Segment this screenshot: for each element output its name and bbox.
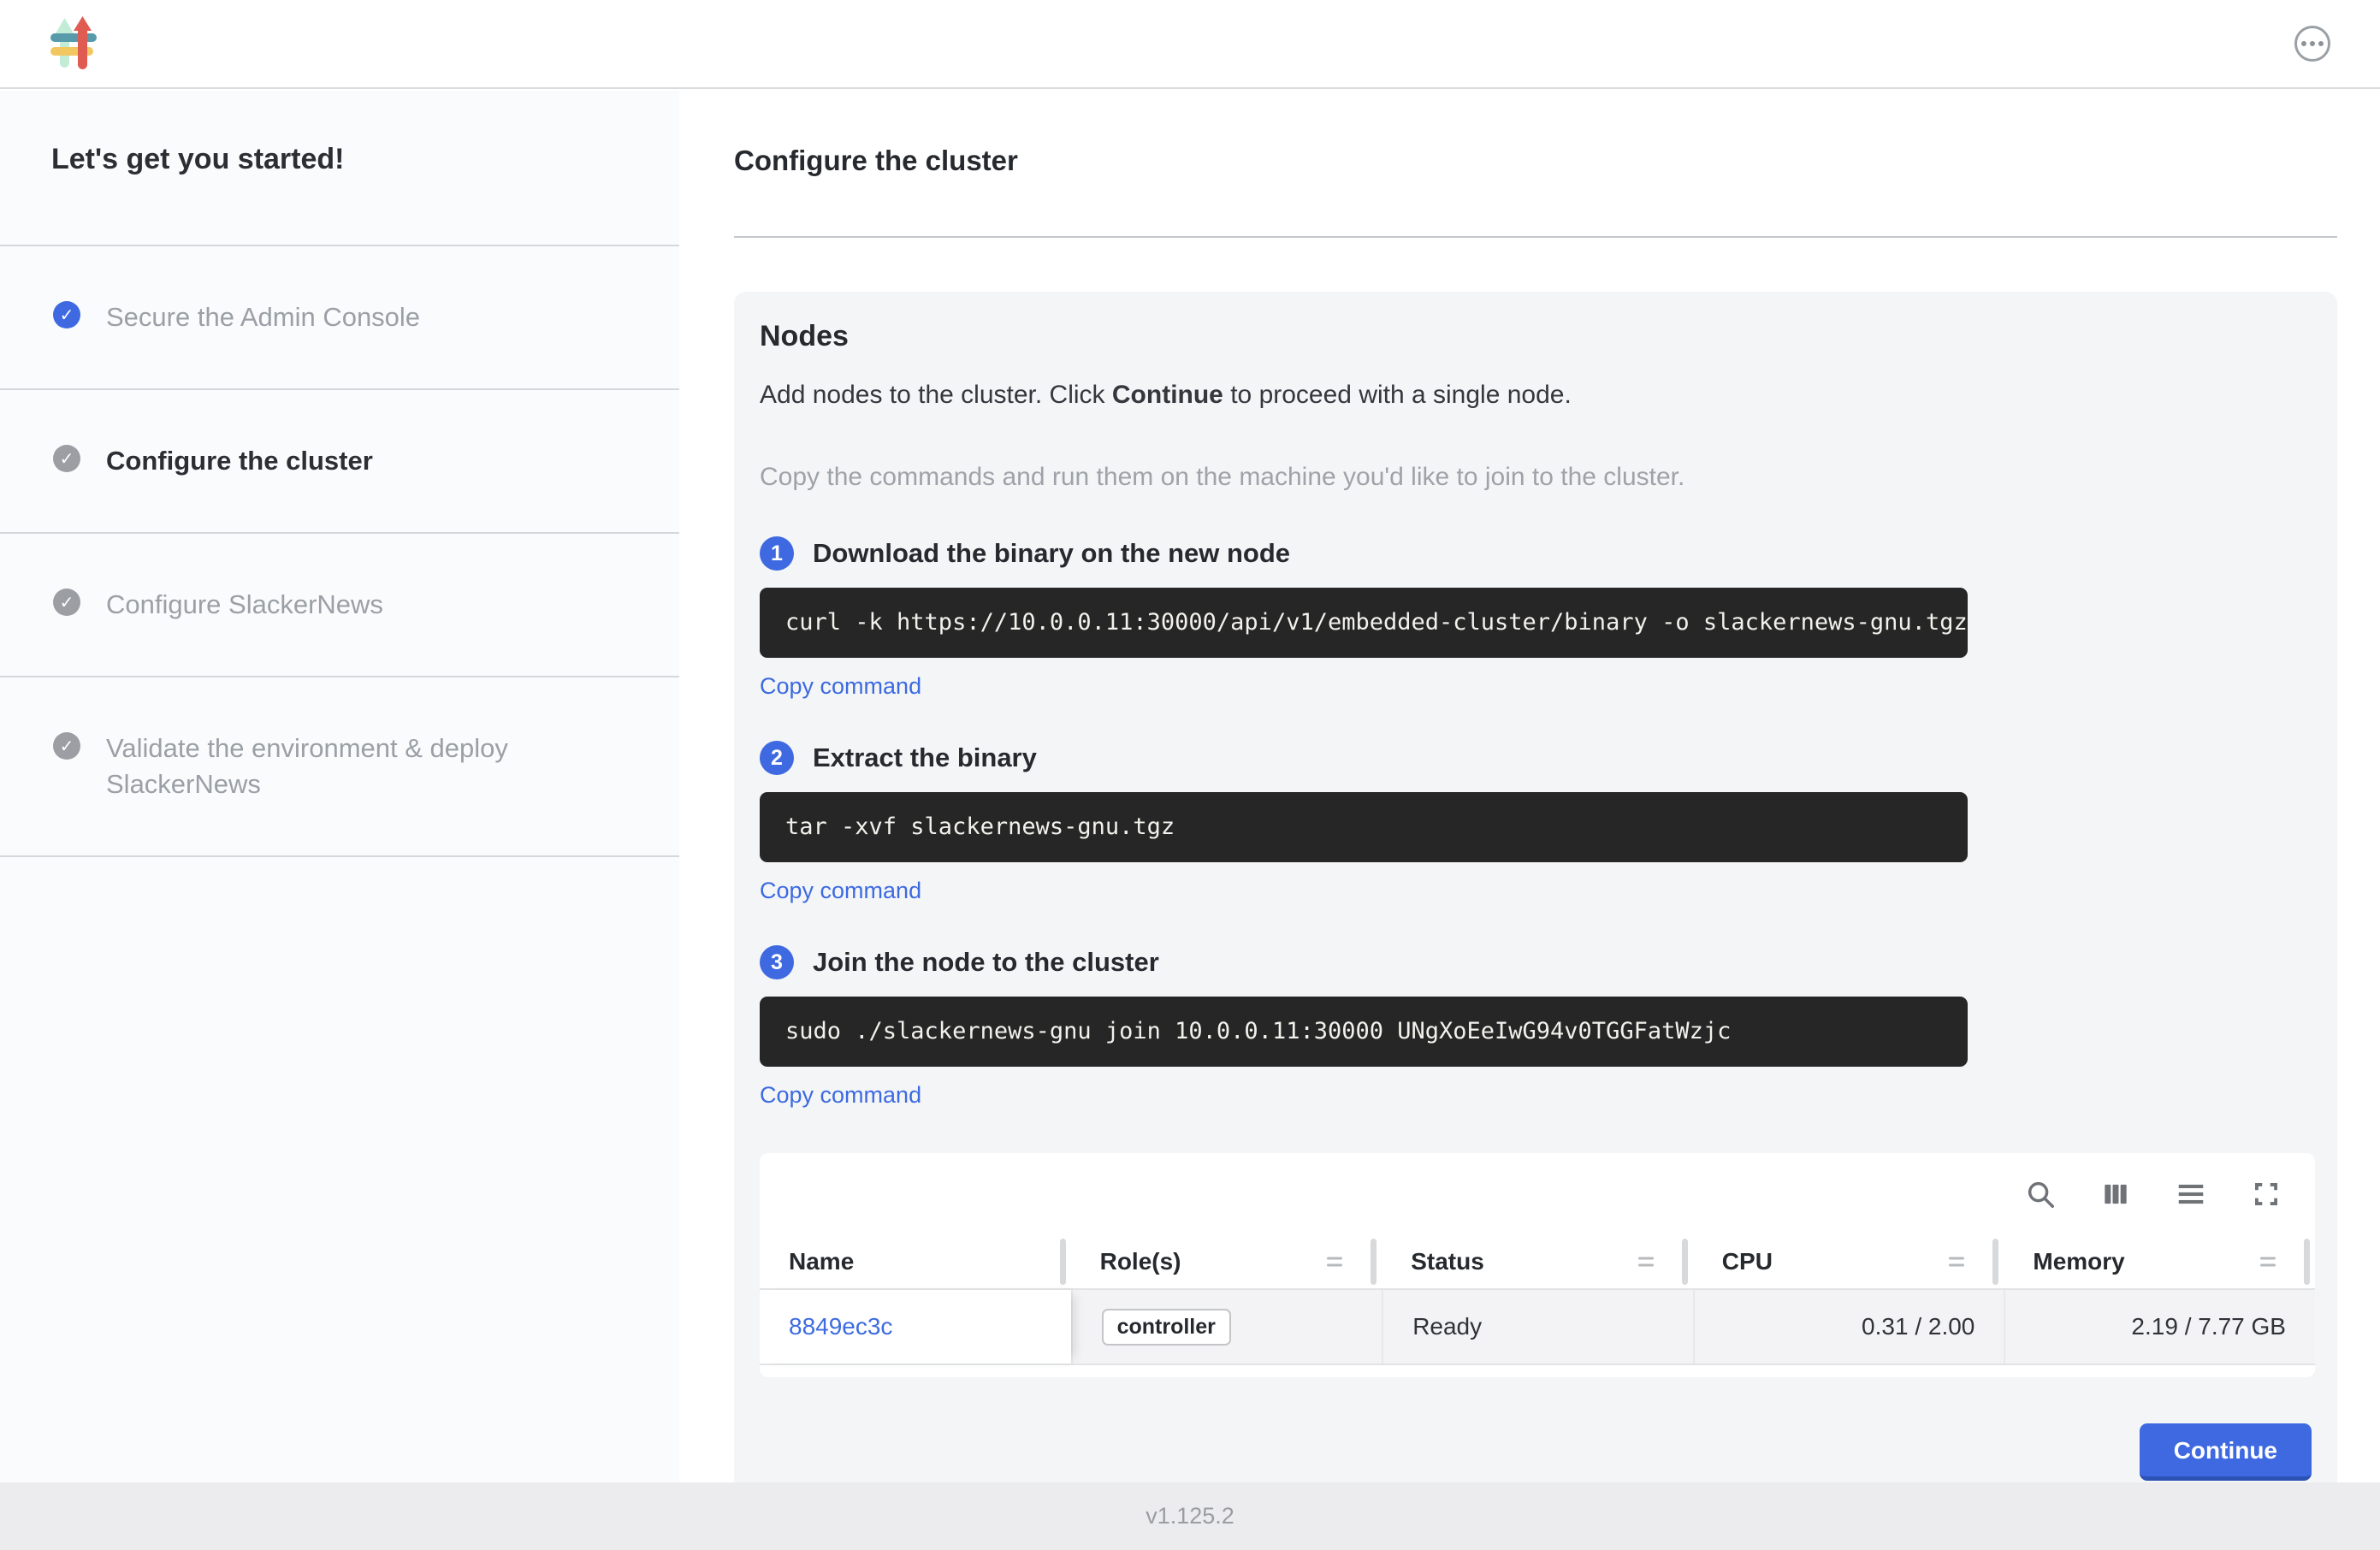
nodes-intro: Add nodes to the cluster. Click Continue… bbox=[760, 377, 2312, 413]
fullscreen-icon[interactable] bbox=[2247, 1174, 2286, 1214]
nodes-card: Nodes Add nodes to the cluster. Click Co… bbox=[734, 292, 2337, 1482]
card-actions: Continue bbox=[760, 1423, 2312, 1481]
top-bar bbox=[0, 0, 2380, 89]
column-header-roles[interactable]: Role(s) bbox=[1071, 1235, 1382, 1288]
admin-console-app: Let's get you started! ✓ Secure the Admi… bbox=[0, 0, 2380, 1550]
main-content: Configure the cluster Nodes Add nodes to… bbox=[679, 91, 2380, 1482]
node-name-link[interactable]: 8849ec3c bbox=[789, 1313, 892, 1340]
node-cpu-cell: 0.31 / 2.00 bbox=[1693, 1290, 2004, 1364]
column-resize-icon[interactable] bbox=[1327, 1257, 1342, 1267]
column-header-cpu[interactable]: CPU bbox=[1693, 1235, 2004, 1288]
sidebar-step-label: Secure the Admin Console bbox=[106, 299, 420, 335]
step-number-badge: 1 bbox=[760, 536, 794, 571]
check-circle-icon: ✓ bbox=[53, 301, 80, 328]
table-panel-footer bbox=[760, 1365, 2315, 1377]
columns-icon[interactable] bbox=[2096, 1174, 2135, 1214]
column-separator[interactable] bbox=[1371, 1239, 1376, 1285]
join-step-1-header: 1 Download the binary on the new node bbox=[760, 536, 2312, 571]
column-header-name[interactable]: Name bbox=[760, 1235, 1071, 1288]
divider bbox=[734, 236, 2337, 238]
column-separator[interactable] bbox=[1060, 1239, 1066, 1285]
column-header-status[interactable]: Status bbox=[1382, 1235, 1693, 1288]
search-icon[interactable] bbox=[2021, 1174, 2060, 1214]
table-header-row: Name Role(s) Status CPU bbox=[760, 1235, 2315, 1290]
column-resize-icon[interactable] bbox=[2260, 1257, 2276, 1267]
nodes-heading: Nodes bbox=[760, 317, 2312, 355]
table-toolbar bbox=[760, 1153, 2315, 1235]
sidebar-step-label: Configure SlackerNews bbox=[106, 587, 383, 623]
check-circle-icon: ✓ bbox=[53, 732, 80, 760]
version-label: v1.125.2 bbox=[1146, 1503, 1234, 1529]
sidebar-step-label: Validate the environment & deploy Slacke… bbox=[106, 731, 645, 802]
extract-binary-command: tar -xvf slackernews-gnu.tgz bbox=[760, 792, 1968, 862]
copy-command-link-1[interactable]: Copy command bbox=[760, 673, 921, 700]
ellipsis-icon bbox=[2301, 41, 2306, 46]
table-row: 8849ec3c controller Ready 0.31 / 2.00 2.… bbox=[760, 1290, 2315, 1365]
role-chip: controller bbox=[1102, 1309, 1231, 1346]
step-number-badge: 2 bbox=[760, 741, 794, 775]
step-number-badge: 3 bbox=[760, 945, 794, 979]
density-icon[interactable] bbox=[2171, 1174, 2211, 1214]
continue-button[interactable]: Continue bbox=[2140, 1423, 2312, 1481]
more-menu-button[interactable] bbox=[2294, 26, 2330, 62]
copy-command-link-3[interactable]: Copy command bbox=[760, 1082, 921, 1109]
nodes-table-panel: Name Role(s) Status CPU bbox=[760, 1153, 2315, 1377]
column-resize-icon[interactable] bbox=[1949, 1257, 1964, 1267]
node-roles-cell: controller bbox=[1071, 1290, 1382, 1364]
column-header-memory[interactable]: Memory bbox=[2004, 1235, 2315, 1288]
node-status-cell: Ready bbox=[1382, 1290, 1693, 1364]
copy-command-link-2[interactable]: Copy command bbox=[760, 878, 921, 904]
step-title: Extract the binary bbox=[813, 742, 1037, 773]
sidebar-step-configure-slackernews[interactable]: ✓ Configure SlackerNews bbox=[0, 534, 679, 677]
step-title: Download the binary on the new node bbox=[813, 538, 1290, 569]
check-circle-icon: ✓ bbox=[53, 445, 80, 472]
column-separator[interactable] bbox=[2304, 1239, 2310, 1285]
sidebar-step-validate-deploy[interactable]: ✓ Validate the environment & deploy Slac… bbox=[0, 677, 679, 857]
join-hint-text: Copy the commands and run them on the ma… bbox=[760, 459, 2312, 495]
check-circle-icon: ✓ bbox=[53, 589, 80, 616]
node-memory-cell: 2.19 / 7.77 GB bbox=[2004, 1290, 2315, 1364]
column-resize-icon[interactable] bbox=[1638, 1257, 1654, 1267]
join-step-2-header: 2 Extract the binary bbox=[760, 741, 2312, 775]
setup-sidebar: Let's get you started! ✓ Secure the Admi… bbox=[0, 91, 679, 1482]
sidebar-step-label: Configure the cluster bbox=[106, 443, 373, 479]
download-binary-command: curl -k https://10.0.0.11:30000/api/v1/e… bbox=[760, 588, 1968, 658]
join-step-3-header: 3 Join the node to the cluster bbox=[760, 945, 2312, 979]
join-node-command: sudo ./slackernews-gnu join 10.0.0.11:30… bbox=[760, 997, 1968, 1067]
sidebar-title: Let's get you started! bbox=[0, 91, 679, 178]
column-separator[interactable] bbox=[1682, 1239, 1688, 1285]
app-footer: v1.125.2 bbox=[0, 1482, 2380, 1550]
page-title: Configure the cluster bbox=[734, 142, 2337, 180]
sidebar-step-secure-admin-console[interactable]: ✓ Secure the Admin Console bbox=[0, 246, 679, 390]
sidebar-step-configure-cluster[interactable]: ✓ Configure the cluster bbox=[0, 390, 679, 534]
column-separator[interactable] bbox=[1992, 1239, 1998, 1285]
slackernews-logo-icon bbox=[50, 16, 99, 71]
node-name-cell: 8849ec3c bbox=[760, 1290, 1071, 1364]
step-title: Join the node to the cluster bbox=[813, 947, 1159, 978]
